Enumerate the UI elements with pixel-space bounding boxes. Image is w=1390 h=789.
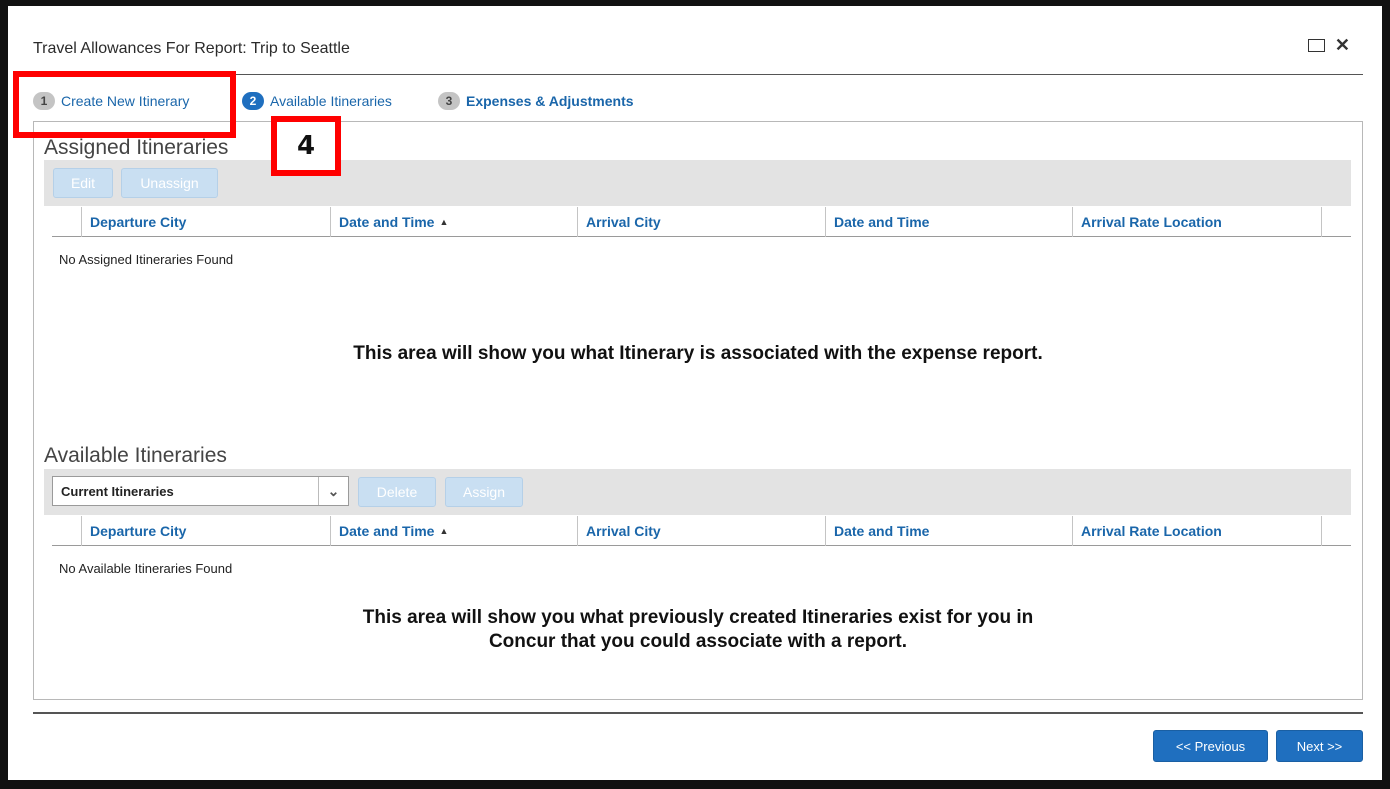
column-label: Arrival City	[586, 523, 661, 539]
step-number: 3	[438, 92, 460, 110]
callout-step-marker: 4	[271, 116, 341, 176]
available-table-header: Departure City Date and Time ▲ Arrival Ci…	[52, 516, 1351, 546]
column-label: Date and Time	[339, 523, 435, 539]
delete-button[interactable]: Delete	[358, 477, 436, 507]
column-arrival-date-time[interactable]: Date and Time	[825, 207, 1072, 237]
column-label: Date and Time	[339, 214, 435, 230]
edit-button[interactable]: Edit	[53, 168, 113, 198]
window-controls: ✕	[1307, 36, 1350, 54]
callout-number: 4	[296, 131, 316, 161]
previous-button[interactable]: << Previous	[1153, 730, 1268, 762]
column-arrival-date-time[interactable]: Date and Time	[825, 516, 1072, 546]
assigned-itineraries-title: Assigned Itineraries	[44, 136, 229, 159]
available-empty-message: No Available Itineraries Found	[59, 561, 233, 576]
step-label: Available Itineraries	[270, 93, 392, 109]
next-button[interactable]: Next >>	[1276, 730, 1363, 762]
available-annotation-line1: This area will show you what previously …	[362, 607, 1034, 628]
assigned-empty-message: No Assigned Itineraries Found	[59, 252, 234, 267]
available-annotation-line2: Concur that you could associate with a r…	[488, 631, 908, 652]
column-label: Departure City	[90, 523, 187, 539]
column-arrival-rate-location[interactable]: Arrival Rate Location	[1072, 516, 1322, 546]
column-label: Date and Time	[834, 523, 930, 539]
step-available-itineraries[interactable]: 2 Available Itineraries	[242, 92, 392, 110]
column-label: Arrival City	[586, 214, 661, 230]
column-departure-date-time[interactable]: Date and Time ▲	[330, 516, 577, 546]
filter-selected-value: Current Itineraries	[61, 483, 174, 499]
column-arrival-city[interactable]: Arrival City	[577, 207, 825, 237]
step-expenses-adjustments[interactable]: 3 Expenses & Adjustments	[438, 92, 634, 110]
assign-button[interactable]: Assign	[445, 477, 523, 507]
dialog-title: Travel Allowances For Report: Trip to Se…	[33, 40, 350, 57]
sort-up-icon: ▲	[439, 526, 449, 536]
column-label: Arrival Rate Location	[1081, 523, 1222, 539]
highlight-create-new-itinerary	[13, 71, 236, 138]
column-label: Departure City	[90, 214, 187, 230]
step-label: Expenses & Adjustments	[466, 93, 634, 109]
footer-divider	[33, 712, 1363, 714]
close-icon[interactable]: ✕	[1335, 36, 1350, 54]
step-number: 2	[242, 92, 264, 110]
maximize-icon[interactable]	[1307, 38, 1325, 52]
assigned-table-header: Departure City Date and Time ▲ Arrival Ci…	[52, 207, 1351, 237]
column-departure-date-time[interactable]: Date and Time ▲	[330, 207, 577, 237]
column-arrival-rate-location[interactable]: Arrival Rate Location	[1072, 207, 1322, 237]
sort-up-icon: ▲	[439, 217, 449, 227]
unassign-button[interactable]: Unassign	[121, 168, 218, 198]
assigned-annotation: This area will show you what Itinerary i…	[353, 343, 1043, 364]
assigned-toolbar	[44, 160, 1351, 206]
column-departure-city[interactable]: Departure City	[81, 516, 330, 546]
column-label: Date and Time	[834, 214, 930, 230]
chevron-down-icon[interactable]: ⌄	[318, 477, 348, 505]
itinerary-filter-select[interactable]: Current Itineraries ⌄	[52, 476, 349, 506]
column-label: Arrival Rate Location	[1081, 214, 1222, 230]
column-departure-city[interactable]: Departure City	[81, 207, 330, 237]
available-itineraries-title: Available Itineraries	[44, 444, 227, 467]
column-arrival-city[interactable]: Arrival City	[577, 516, 825, 546]
